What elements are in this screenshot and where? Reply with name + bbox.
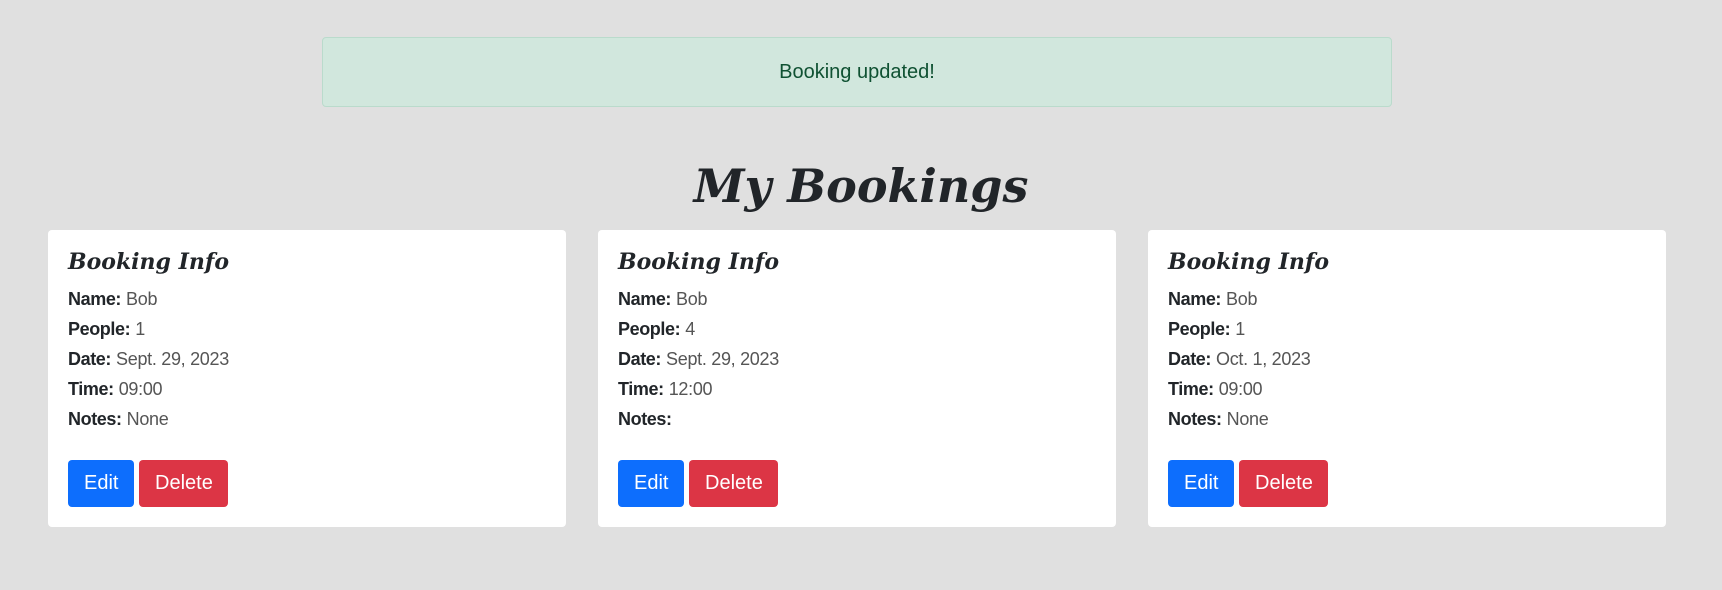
edit-button[interactable]: Edit (68, 460, 134, 507)
time-value: 09:00 (118, 379, 163, 399)
edit-button[interactable]: Edit (1168, 460, 1234, 507)
people-value: 4 (685, 319, 695, 339)
date-value: Oct. 1, 2023 (1216, 349, 1311, 369)
card-title: Booking Info (618, 249, 780, 275)
page-title: My Bookings (693, 159, 1029, 213)
notes-value: None (126, 409, 169, 429)
name-value: Bob (1226, 289, 1258, 309)
card-title: Booking Info (1168, 249, 1330, 275)
name-row: Name: Bob (1168, 284, 1646, 314)
people-label: People: (1168, 319, 1231, 339)
card-actions: Edit Delete (618, 460, 778, 507)
name-value: Bob (676, 289, 708, 309)
notes-label: Notes: (1168, 409, 1222, 429)
name-value: Bob (126, 289, 158, 309)
time-row: Time: 09:00 (1168, 374, 1646, 404)
people-row: People: 4 (618, 314, 1096, 344)
time-label: Time: (68, 379, 114, 399)
people-label: People: (618, 319, 681, 339)
edit-button[interactable]: Edit (618, 460, 684, 507)
name-label: Name: (618, 289, 672, 309)
notes-row: Notes: None (1168, 404, 1646, 434)
booking-card: Booking Info Name: Bob People: 4 Date: S… (598, 230, 1116, 527)
booking-card: Booking Info Name: Bob People: 1 Date: O… (1148, 230, 1666, 527)
success-alert: Booking updated! (322, 37, 1392, 107)
time-label: Time: (618, 379, 664, 399)
booking-details: Name: Bob People: 4 Date: Sept. 29, 2023… (618, 284, 1096, 434)
notes-value: None (1226, 409, 1269, 429)
date-value: Sept. 29, 2023 (116, 349, 229, 369)
booking-details: Name: Bob People: 1 Date: Sept. 29, 2023… (68, 284, 546, 434)
bookings-list: Booking Info Name: Bob People: 1 Date: S… (48, 230, 1667, 527)
name-row: Name: Bob (618, 284, 1096, 314)
people-row: People: 1 (1168, 314, 1646, 344)
name-row: Name: Bob (68, 284, 546, 314)
notes-label: Notes: (68, 409, 122, 429)
alert-message: Booking updated! (779, 60, 935, 83)
name-label: Name: (1168, 289, 1222, 309)
notes-row: Notes: None (68, 404, 546, 434)
people-label: People: (68, 319, 131, 339)
card-title: Booking Info (68, 249, 230, 275)
date-row: Date: Sept. 29, 2023 (68, 344, 546, 374)
notes-label: Notes: (618, 409, 672, 429)
booking-card: Booking Info Name: Bob People: 1 Date: S… (48, 230, 566, 527)
card-actions: Edit Delete (68, 460, 228, 507)
delete-button[interactable]: Delete (1239, 460, 1328, 507)
date-label: Date: (618, 349, 662, 369)
date-row: Date: Sept. 29, 2023 (618, 344, 1096, 374)
date-value: Sept. 29, 2023 (666, 349, 779, 369)
people-value: 1 (135, 319, 145, 339)
date-row: Date: Oct. 1, 2023 (1168, 344, 1646, 374)
people-value: 1 (1235, 319, 1245, 339)
date-label: Date: (68, 349, 112, 369)
time-value: 12:00 (668, 379, 713, 399)
time-row: Time: 12:00 (618, 374, 1096, 404)
people-row: People: 1 (68, 314, 546, 344)
time-label: Time: (1168, 379, 1214, 399)
delete-button[interactable]: Delete (139, 460, 228, 507)
time-row: Time: 09:00 (68, 374, 546, 404)
delete-button[interactable]: Delete (689, 460, 778, 507)
booking-details: Name: Bob People: 1 Date: Oct. 1, 2023 T… (1168, 284, 1646, 434)
time-value: 09:00 (1218, 379, 1263, 399)
name-label: Name: (68, 289, 122, 309)
notes-row: Notes: (618, 404, 1096, 434)
card-actions: Edit Delete (1168, 460, 1328, 507)
date-label: Date: (1168, 349, 1212, 369)
